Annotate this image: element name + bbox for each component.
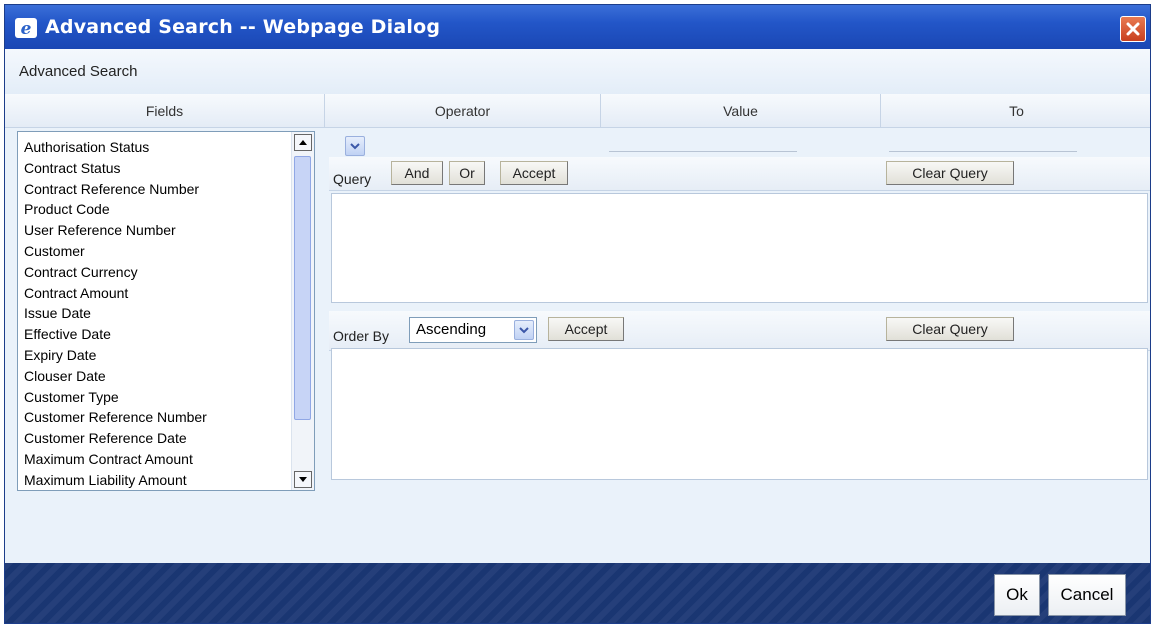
column-header-value: Value: [601, 94, 881, 128]
fields-scrollbar[interactable]: [291, 132, 314, 490]
value-input[interactable]: [609, 151, 797, 152]
arrow-up-icon: [299, 140, 307, 145]
list-item[interactable]: Customer Type: [24, 387, 207, 408]
column-header-to: To: [881, 94, 1150, 128]
window-title: Advanced Search -- Webpage Dialog: [45, 16, 441, 38]
list-item[interactable]: Customer: [24, 241, 207, 262]
chevron-down-icon: [350, 143, 360, 150]
list-item[interactable]: Customer Reference Number: [24, 407, 207, 428]
list-item[interactable]: Product Code: [24, 199, 207, 220]
query-accept-button[interactable]: Accept: [500, 161, 568, 185]
order-select[interactable]: Ascending: [409, 317, 537, 343]
list-item[interactable]: Expiry Date: [24, 345, 207, 366]
cancel-button[interactable]: Cancel: [1048, 574, 1126, 616]
list-item[interactable]: Customer Reference Date: [24, 428, 207, 449]
or-button[interactable]: Or: [449, 161, 485, 185]
list-item[interactable]: User Reference Number: [24, 220, 207, 241]
list-item[interactable]: Issue Date: [24, 303, 207, 324]
ie-icon: e: [15, 18, 37, 39]
list-item[interactable]: Contract Reference Number: [24, 179, 207, 200]
list-item[interactable]: Contract Currency: [24, 262, 207, 283]
list-item[interactable]: Contract Amount: [24, 283, 207, 304]
operator-dropdown[interactable]: [345, 136, 365, 156]
list-item[interactable]: Clouser Date: [24, 366, 207, 387]
chevron-down-icon: [519, 327, 529, 334]
order-accept-button[interactable]: Accept: [548, 317, 624, 341]
ok-button[interactable]: Ok: [994, 574, 1040, 616]
scroll-thumb[interactable]: [294, 156, 311, 420]
title-bar: e Advanced Search -- Webpage Dialog: [5, 5, 1150, 49]
list-item[interactable]: Maximum Liability Amount: [24, 470, 207, 490]
query-textarea[interactable]: [331, 193, 1148, 303]
dialog-footer: Ok Cancel: [5, 563, 1150, 623]
order-textarea[interactable]: [331, 348, 1148, 480]
column-header-operator: Operator: [325, 94, 601, 128]
query-clear-button[interactable]: Clear Query: [886, 161, 1014, 185]
page-header: Advanced Search: [5, 49, 1150, 95]
fields-listbox[interactable]: Authorisation Status Contract Status Contr…: [17, 131, 315, 491]
scroll-down-button[interactable]: [294, 471, 312, 488]
list-item[interactable]: Contract Status: [24, 158, 207, 179]
query-label: Query: [333, 171, 372, 187]
column-header-fields: Fields: [5, 94, 325, 128]
to-input[interactable]: [889, 151, 1077, 152]
close-button[interactable]: [1120, 16, 1146, 42]
arrow-down-icon: [299, 477, 307, 482]
page-title: Advanced Search: [19, 63, 138, 80]
scroll-up-button[interactable]: [294, 134, 312, 151]
list-item[interactable]: Authorisation Status: [24, 137, 207, 158]
svg-text:e: e: [21, 19, 32, 38]
list-item[interactable]: Maximum Contract Amount: [24, 449, 207, 470]
order-clear-button[interactable]: Clear Query: [886, 317, 1014, 341]
list-item[interactable]: Effective Date: [24, 324, 207, 345]
advanced-search-dialog: e Advanced Search -- Webpage Dialog Adva…: [4, 4, 1151, 624]
close-icon: [1126, 22, 1140, 36]
fields-list: Authorisation Status Contract Status Contr…: [24, 137, 207, 490]
order-dropdown-button[interactable]: [514, 320, 534, 340]
order-by-label: Order By: [333, 328, 390, 344]
and-button[interactable]: And: [391, 161, 443, 185]
order-select-value: Ascending: [416, 321, 487, 338]
